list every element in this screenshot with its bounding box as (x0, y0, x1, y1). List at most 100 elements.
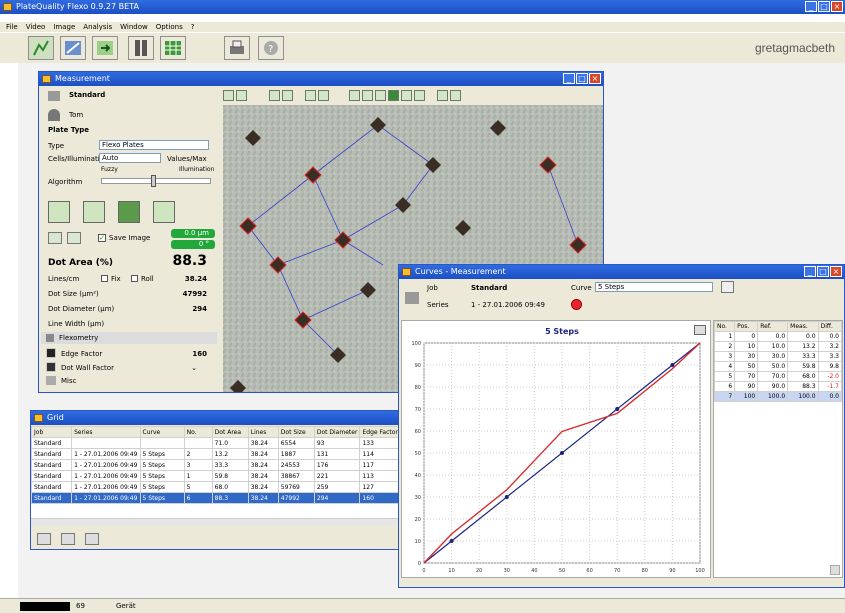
grid-column-header[interactable]: Job (31, 426, 73, 438)
resize-grip-icon[interactable] (830, 565, 840, 575)
image-tool-play[interactable] (450, 90, 461, 101)
save-image-checkbox[interactable]: ✓ (98, 234, 106, 242)
image-tool-rotate[interactable] (349, 90, 360, 101)
grid-remove-button[interactable] (37, 533, 51, 545)
image-tool-select[interactable] (414, 90, 425, 101)
menu-item[interactable]: File (6, 22, 18, 32)
grid-column-header[interactable]: Dot Size (277, 426, 315, 438)
curve-tool-button[interactable] (60, 36, 86, 60)
grid-option-button-2[interactable] (85, 533, 99, 545)
delete-series-icon[interactable] (571, 299, 582, 310)
data-point (670, 363, 675, 367)
grid-row[interactable]: Standard 1 - 27.01.2006 09:49 5 Steps 3 33.3… (31, 459, 401, 471)
grid-option-button-1[interactable] (61, 533, 75, 545)
curves-curve-select[interactable]: 5 Steps (595, 282, 713, 292)
close-button[interactable]: × (831, 1, 843, 12)
image-tool-grid[interactable] (388, 90, 399, 101)
grid-row[interactable]: Standard 1 - 27.01.2006 09:49 5 Steps 6 88.3… (31, 492, 401, 504)
curve-row[interactable]: 4 50 50.0 59.8 9.8 (714, 361, 842, 372)
dot-size-value: 47992 (182, 290, 207, 298)
maximize-button[interactable]: □ (818, 1, 830, 12)
menu-item[interactable]: Window (120, 22, 148, 32)
grid-column-header[interactable]: No. (183, 426, 213, 438)
algorithm-slider-handle[interactable] (151, 175, 156, 187)
algorithm-slider[interactable] (101, 178, 211, 184)
grid-cell: 13.2 (211, 448, 249, 460)
image-tool-save[interactable] (236, 90, 247, 101)
grid-scrollbar[interactable] (31, 518, 401, 526)
zoom-out-icon[interactable] (282, 90, 293, 101)
curve-row[interactable]: 3 30 30.0 33.3 3.3 (714, 351, 842, 362)
menu-item[interactable]: Options (156, 22, 183, 32)
measurement-minimize-button[interactable]: _ (563, 73, 575, 84)
menu-item[interactable]: ? (191, 22, 195, 32)
grid-cell: Standard (31, 481, 73, 493)
grid-cell: 1 - 27.01.2006 09:49 (71, 448, 141, 460)
mode-button-4[interactable] (153, 201, 175, 223)
curve-cell: 0.0 (817, 391, 842, 402)
menu-item[interactable]: Analysis (83, 22, 112, 32)
image-tool-frame[interactable] (401, 90, 412, 101)
dot-wall-expand-icon[interactable]: ⌄ (191, 364, 197, 372)
grid-column-header[interactable]: Dot Diameter (313, 426, 361, 438)
grid-column-header[interactable]: Curve (139, 426, 185, 438)
curve-row[interactable]: 1 0 0.0 0.0 0.0 (714, 331, 842, 342)
mode-button-2[interactable] (83, 201, 105, 223)
grid-cell: 59769 (277, 481, 315, 493)
print-icon[interactable] (405, 292, 419, 304)
roll-checkbox[interactable] (131, 275, 138, 282)
capture-series-button[interactable] (67, 232, 81, 244)
image-tool-pause[interactable] (437, 90, 448, 101)
grid-cell: 1887 (277, 448, 315, 460)
curves-close-button[interactable]: × (830, 266, 842, 277)
device-tool-button[interactable] (128, 36, 154, 60)
grid-column-header[interactable]: Lines (247, 426, 279, 438)
curve-row[interactable]: 7 100 100.0 100.0 0.0 (714, 391, 842, 402)
type-select[interactable]: Flexo Plates (99, 140, 209, 150)
print-tool-button[interactable] (224, 36, 250, 60)
grid-tool-button[interactable] (160, 36, 186, 60)
flexometry-section[interactable]: Flexometry (41, 332, 217, 344)
menu-item[interactable]: Image (53, 22, 75, 32)
fix-checkbox[interactable] (101, 275, 108, 282)
curves-minimize-button[interactable]: _ (804, 266, 816, 277)
image-tool-flip[interactable] (362, 90, 373, 101)
capture-button[interactable] (48, 232, 62, 244)
curves-edit-button[interactable] (721, 281, 734, 293)
help-tool-button[interactable]: ? (258, 36, 284, 60)
grid-column-header[interactable]: Edge Factor (359, 426, 401, 438)
mode-button-3[interactable] (118, 201, 140, 223)
curve-cell: 33.3 (787, 351, 819, 362)
grid-column-header[interactable]: Series (71, 426, 141, 438)
mode-button-1[interactable] (48, 201, 70, 223)
curve-row[interactable]: 2 10 10.0 13.2 3.2 (714, 341, 842, 352)
curve-column-header: Ref. (757, 321, 789, 332)
app-title: PlateQuality Flexo 0.9.27 BETA (16, 2, 139, 11)
chart-settings-button[interactable] (694, 325, 706, 335)
curve-cell: 10 (734, 341, 759, 352)
export-tool-button[interactable] (92, 36, 118, 60)
measurement-close-button[interactable]: × (589, 73, 601, 84)
grid-row[interactable]: Standard 1 - 27.01.2006 09:49 5 Steps 5 68.0… (31, 481, 401, 493)
curve-row[interactable]: 6 90 90.0 88.3 -1.7 (714, 381, 842, 392)
image-tool-open[interactable] (223, 90, 234, 101)
grid-row[interactable]: Standard 1 - 27.01.2006 09:49 5 Steps 1 59.8… (31, 470, 401, 482)
grid-row[interactable]: Standard 1 - 27.01.2006 09:49 5 Steps 2 13.2… (31, 448, 401, 460)
measure-tool-button[interactable] (28, 36, 54, 60)
curve-row[interactable]: 5 70 70.0 68.0 -2.0 (714, 371, 842, 382)
grid-window: Grid Job Series Curve No. Dot Area Lines Dot S… (30, 410, 402, 550)
y-tick-label: 60 (415, 429, 421, 435)
menu-item[interactable]: Video (26, 22, 46, 32)
minimize-button[interactable]: _ (805, 1, 817, 12)
zoom-in-icon[interactable] (269, 90, 280, 101)
menu-bar: File Video Image Analysis Window Options? (0, 22, 845, 32)
image-tool-ruler[interactable] (318, 90, 329, 101)
grid-column-header[interactable]: Dot Area (211, 426, 249, 438)
measurement-maximize-button[interactable]: □ (576, 73, 588, 84)
image-tool-detect[interactable] (375, 90, 386, 101)
curves-maximize-button[interactable]: □ (817, 266, 829, 277)
image-tool-fit[interactable] (305, 90, 316, 101)
grid-cell: 38.24 (247, 437, 279, 449)
cells-select[interactable]: Auto (99, 153, 161, 163)
grid-row[interactable]: Standard 71.0 38.24 6554 93 133 (31, 437, 401, 449)
